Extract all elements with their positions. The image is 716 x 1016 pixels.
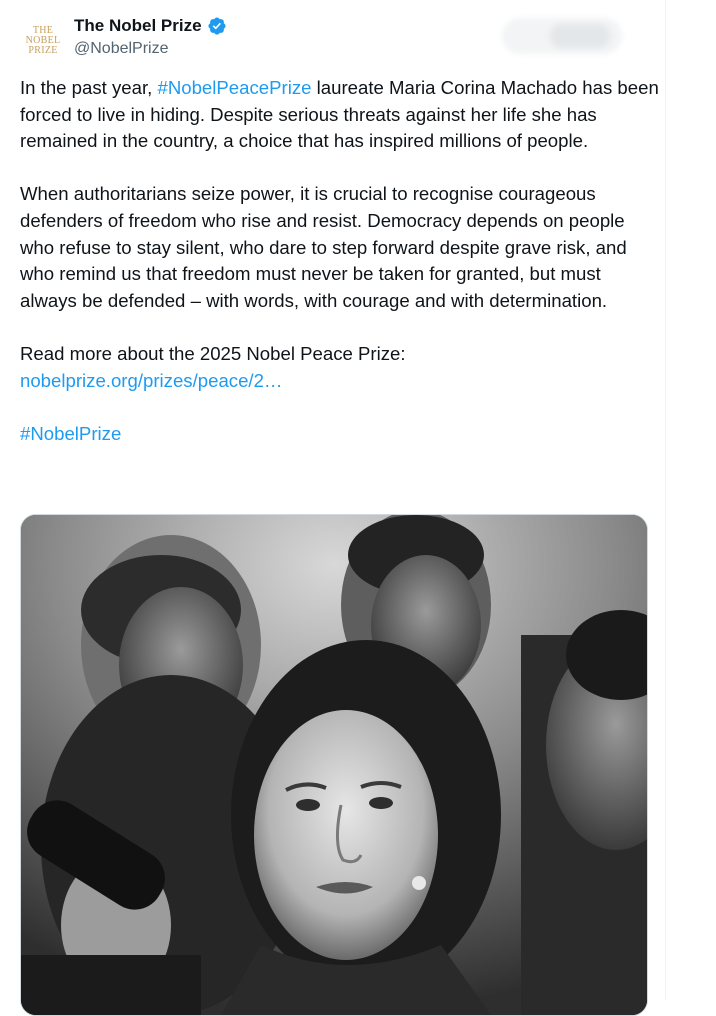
photo-image (21, 515, 647, 1015)
paragraph-1: In the past year, #NobelPeacePrize laure… (20, 75, 660, 155)
hashtag-link[interactable]: #NobelPrize (20, 423, 121, 444)
user-handle[interactable]: @NobelPrize (74, 40, 169, 58)
logo-line: PRIZE (28, 45, 58, 56)
tweet-header: THE NOBEL PRIZE The Nobel Prize @NobelPr… (20, 14, 660, 64)
tweet-text: In the past year, #NobelPeacePrize laure… (20, 75, 660, 447)
hashtag-link[interactable]: #NobelPeacePrize (157, 77, 311, 98)
verified-badge-icon (207, 17, 226, 35)
read-more-text: Read more about the 2025 Nobel Peace Pri… (20, 342, 406, 364)
text-segment: In the past year, (20, 77, 158, 98)
display-name[interactable]: The Nobel Prize (74, 16, 202, 36)
paragraph-2: When authoritarians seize power, it is c… (20, 183, 627, 311)
more-options-icon[interactable] (550, 24, 610, 48)
external-link[interactable]: nobelprize.org/prizes/peace/2… (20, 370, 283, 391)
card-border (665, 0, 666, 1000)
name-row: The Nobel Prize (74, 16, 227, 36)
avatar[interactable]: THE NOBEL PRIZE (20, 18, 66, 64)
tweet-photo[interactable] (20, 514, 648, 1016)
